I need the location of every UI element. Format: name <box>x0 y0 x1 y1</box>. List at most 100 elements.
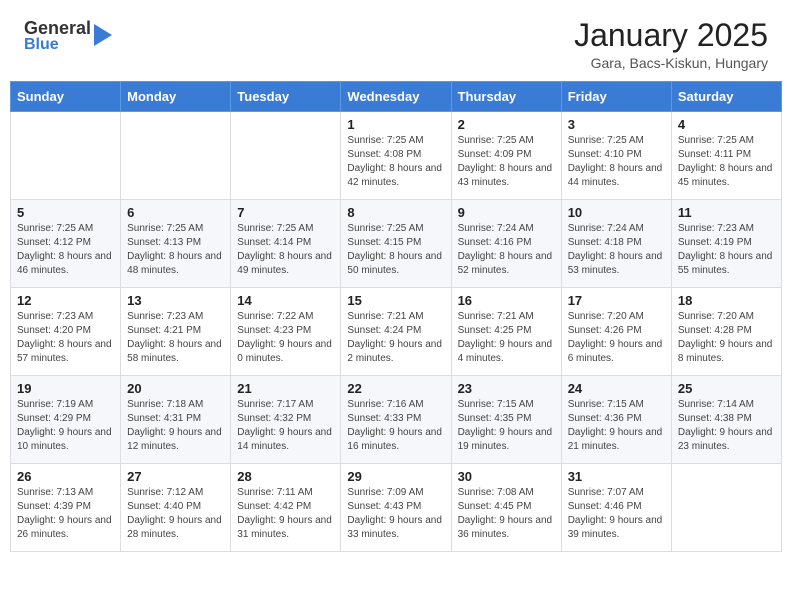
day-number: 2 <box>458 117 555 132</box>
calendar-day-cell: 8Sunrise: 7:25 AM Sunset: 4:15 PM Daylig… <box>341 200 451 288</box>
day-number: 7 <box>237 205 334 220</box>
day-number: 13 <box>127 293 224 308</box>
day-info: Sunrise: 7:21 AM Sunset: 4:25 PM Dayligh… <box>458 310 555 366</box>
day-number: 10 <box>568 205 665 220</box>
calendar-body: 1Sunrise: 7:25 AM Sunset: 4:08 PM Daylig… <box>11 112 782 552</box>
calendar-day-cell: 15Sunrise: 7:21 AM Sunset: 4:24 PM Dayli… <box>341 288 451 376</box>
calendar-day-cell: 31Sunrise: 7:07 AM Sunset: 4:46 PM Dayli… <box>561 464 671 552</box>
location-subtitle: Gara, Bacs-Kiskun, Hungary <box>574 55 768 71</box>
day-info: Sunrise: 7:22 AM Sunset: 4:23 PM Dayligh… <box>237 310 334 366</box>
day-number: 19 <box>17 381 114 396</box>
day-info: Sunrise: 7:25 AM Sunset: 4:09 PM Dayligh… <box>458 134 555 190</box>
calendar-day-cell: 4Sunrise: 7:25 AM Sunset: 4:11 PM Daylig… <box>671 112 781 200</box>
day-info: Sunrise: 7:19 AM Sunset: 4:29 PM Dayligh… <box>17 398 114 454</box>
day-number: 20 <box>127 381 224 396</box>
calendar-week-row: 19 Sunrise: 7:19 AM Sunset: 4:29 PM Dayli… <box>11 376 782 464</box>
day-of-week-header: Monday <box>121 82 231 112</box>
day-info: Sunrise: 7:20 AM Sunset: 4:28 PM Dayligh… <box>678 310 775 366</box>
calendar-day-cell: 19 Sunrise: 7:19 AM Sunset: 4:29 PM Dayli… <box>11 376 121 464</box>
page-header: GeneralBlue January 2025 Gara, Bacs-Kisk… <box>0 0 792 81</box>
calendar-week-row: 1Sunrise: 7:25 AM Sunset: 4:08 PM Daylig… <box>11 112 782 200</box>
calendar-day-cell: 24Sunrise: 7:15 AM Sunset: 4:36 PM Dayli… <box>561 376 671 464</box>
calendar-day-cell: 23Sunrise: 7:15 AM Sunset: 4:35 PM Dayli… <box>451 376 561 464</box>
day-info: Sunrise: 7:11 AM Sunset: 4:42 PM Dayligh… <box>237 486 334 542</box>
day-of-week-header: Saturday <box>671 82 781 112</box>
day-info: Sunrise: 7:24 AM Sunset: 4:18 PM Dayligh… <box>568 222 665 278</box>
day-of-week-header: Thursday <box>451 82 561 112</box>
day-info: Sunrise: 7:07 AM Sunset: 4:46 PM Dayligh… <box>568 486 665 542</box>
day-info: Sunrise: 7:18 AM Sunset: 4:31 PM Dayligh… <box>127 398 224 454</box>
day-number: 6 <box>127 205 224 220</box>
day-info: Sunrise: 7:23 AM Sunset: 4:19 PM Dayligh… <box>678 222 775 278</box>
day-number: 17 <box>568 293 665 308</box>
calendar-day-cell: 28 Sunrise: 7:11 AM Sunset: 4:42 PM Dayli… <box>231 464 341 552</box>
day-info: Sunrise: 7:16 AM Sunset: 4:33 PM Dayligh… <box>347 398 444 454</box>
day-info: Sunrise: 7:12 AM Sunset: 4:40 PM Dayligh… <box>127 486 224 542</box>
calendar-day-cell: 7 Sunrise: 7:25 AM Sunset: 4:14 PM Daylig… <box>231 200 341 288</box>
calendar-day-cell: 18 Sunrise: 7:20 AM Sunset: 4:28 PM Dayli… <box>671 288 781 376</box>
day-info: Sunrise: 7:25 AM Sunset: 4:11 PM Dayligh… <box>678 134 775 190</box>
day-number: 23 <box>458 381 555 396</box>
day-info: Sunrise: 7:08 AM Sunset: 4:45 PM Dayligh… <box>458 486 555 542</box>
day-number: 28 <box>237 469 334 484</box>
day-info: Sunrise: 7:25 AM Sunset: 4:12 PM Dayligh… <box>17 222 114 278</box>
day-info: Sunrise: 7:24 AM Sunset: 4:16 PM Dayligh… <box>458 222 555 278</box>
day-number: 16 <box>458 293 555 308</box>
calendar-day-cell: 20 Sunrise: 7:18 AM Sunset: 4:31 PM Dayli… <box>121 376 231 464</box>
day-number: 1 <box>347 117 444 132</box>
logo-text: GeneralBlue <box>24 18 91 54</box>
calendar-day-cell: 11 Sunrise: 7:23 AM Sunset: 4:19 PM Dayli… <box>671 200 781 288</box>
day-of-week-header: Sunday <box>11 82 121 112</box>
day-number: 26 <box>17 469 114 484</box>
days-of-week-row: SundayMondayTuesdayWednesdayThursdayFrid… <box>11 82 782 112</box>
day-number: 12 <box>17 293 114 308</box>
calendar-week-row: 12Sunrise: 7:23 AM Sunset: 4:20 PM Dayli… <box>11 288 782 376</box>
calendar-day-cell: 10 Sunrise: 7:24 AM Sunset: 4:18 PM Dayli… <box>561 200 671 288</box>
day-number: 18 <box>678 293 775 308</box>
day-info: Sunrise: 7:25 AM Sunset: 4:15 PM Dayligh… <box>347 222 444 278</box>
calendar-day-cell: 16 Sunrise: 7:21 AM Sunset: 4:25 PM Dayli… <box>451 288 561 376</box>
calendar-day-cell: 21 Sunrise: 7:17 AM Sunset: 4:32 PM Dayli… <box>231 376 341 464</box>
day-info: Sunrise: 7:25 AM Sunset: 4:14 PM Dayligh… <box>237 222 334 278</box>
logo: GeneralBlue <box>24 18 112 54</box>
calendar-day-cell: 2 Sunrise: 7:25 AM Sunset: 4:09 PM Daylig… <box>451 112 561 200</box>
calendar-day-cell: 3Sunrise: 7:25 AM Sunset: 4:10 PM Daylig… <box>561 112 671 200</box>
calendar-day-cell: 14 Sunrise: 7:22 AM Sunset: 4:23 PM Dayli… <box>231 288 341 376</box>
calendar-day-cell <box>121 112 231 200</box>
calendar-day-cell: 6 Sunrise: 7:25 AM Sunset: 4:13 PM Daylig… <box>121 200 231 288</box>
day-number: 11 <box>678 205 775 220</box>
calendar-day-cell: 5Sunrise: 7:25 AM Sunset: 4:12 PM Daylig… <box>11 200 121 288</box>
calendar-day-cell: 22 Sunrise: 7:16 AM Sunset: 4:33 PM Dayli… <box>341 376 451 464</box>
day-number: 30 <box>458 469 555 484</box>
day-number: 9 <box>458 205 555 220</box>
day-number: 22 <box>347 381 444 396</box>
calendar-day-cell: 27 Sunrise: 7:12 AM Sunset: 4:40 PM Dayli… <box>121 464 231 552</box>
day-number: 21 <box>237 381 334 396</box>
day-info: Sunrise: 7:17 AM Sunset: 4:32 PM Dayligh… <box>237 398 334 454</box>
day-number: 27 <box>127 469 224 484</box>
calendar-header: SundayMondayTuesdayWednesdayThursdayFrid… <box>11 82 782 112</box>
calendar-day-cell: 26 Sunrise: 7:13 AM Sunset: 4:39 PM Dayli… <box>11 464 121 552</box>
calendar-wrapper: SundayMondayTuesdayWednesdayThursdayFrid… <box>0 81 792 562</box>
logo-triangle-icon <box>94 24 112 46</box>
day-info: Sunrise: 7:13 AM Sunset: 4:39 PM Dayligh… <box>17 486 114 542</box>
day-number: 15 <box>347 293 444 308</box>
calendar-day-cell: 12Sunrise: 7:23 AM Sunset: 4:20 PM Dayli… <box>11 288 121 376</box>
day-number: 29 <box>347 469 444 484</box>
day-info: Sunrise: 7:14 AM Sunset: 4:38 PM Dayligh… <box>678 398 775 454</box>
day-number: 24 <box>568 381 665 396</box>
calendar-day-cell: 1Sunrise: 7:25 AM Sunset: 4:08 PM Daylig… <box>341 112 451 200</box>
calendar-week-row: 5Sunrise: 7:25 AM Sunset: 4:12 PM Daylig… <box>11 200 782 288</box>
day-info: Sunrise: 7:23 AM Sunset: 4:21 PM Dayligh… <box>127 310 224 366</box>
day-of-week-header: Friday <box>561 82 671 112</box>
calendar-day-cell <box>671 464 781 552</box>
month-year-title: January 2025 <box>574 18 768 53</box>
day-info: Sunrise: 7:25 AM Sunset: 4:13 PM Dayligh… <box>127 222 224 278</box>
day-info: Sunrise: 7:20 AM Sunset: 4:26 PM Dayligh… <box>568 310 665 366</box>
day-number: 14 <box>237 293 334 308</box>
calendar-day-cell <box>11 112 121 200</box>
calendar-day-cell: 29Sunrise: 7:09 AM Sunset: 4:43 PM Dayli… <box>341 464 451 552</box>
calendar-day-cell: 13 Sunrise: 7:23 AM Sunset: 4:21 PM Dayli… <box>121 288 231 376</box>
day-of-week-header: Tuesday <box>231 82 341 112</box>
day-of-week-header: Wednesday <box>341 82 451 112</box>
